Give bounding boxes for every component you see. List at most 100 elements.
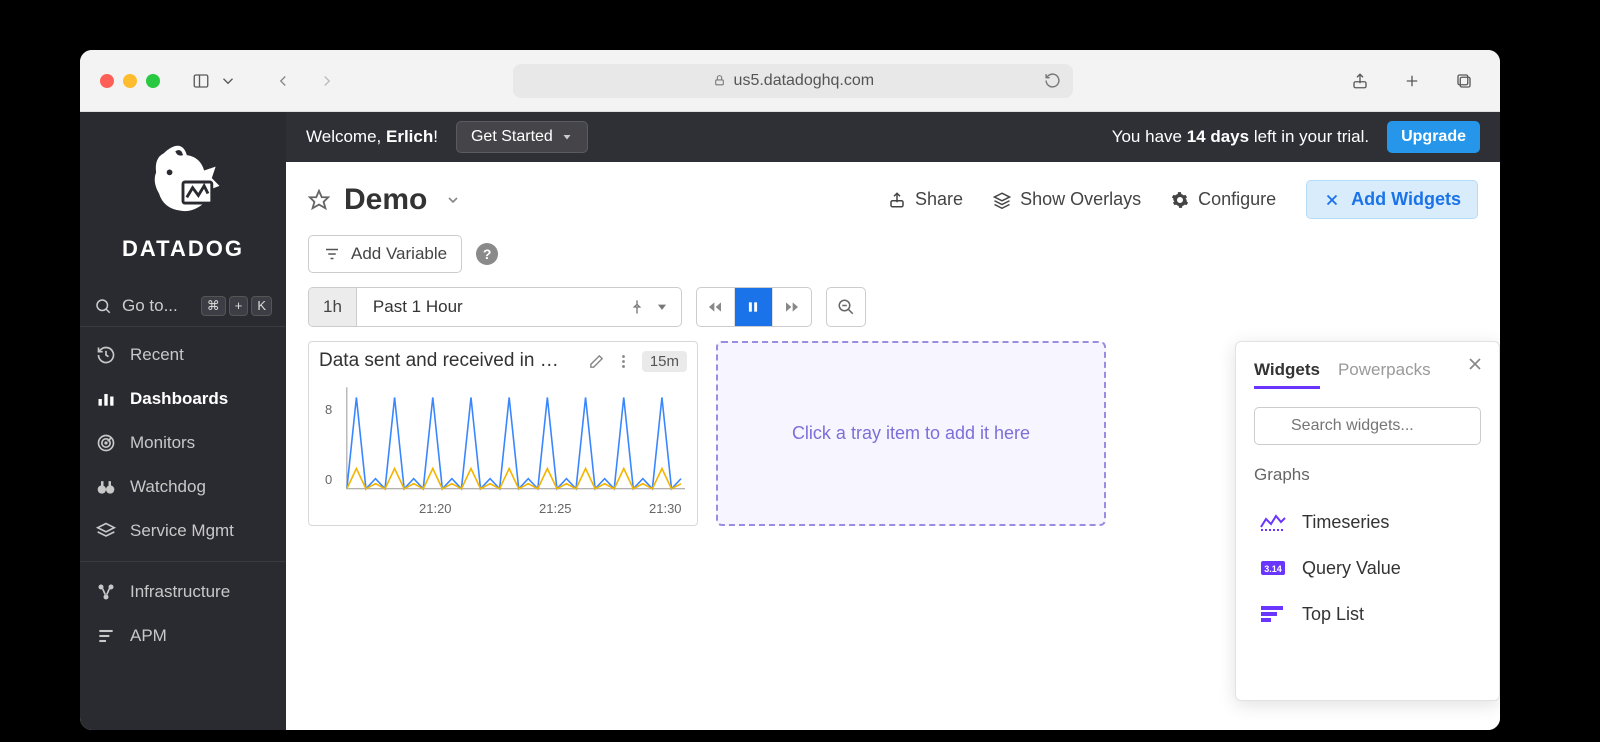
lock-icon xyxy=(713,74,726,87)
rewind-button[interactable] xyxy=(697,288,735,326)
timeseries-icon xyxy=(1260,511,1286,533)
time-label: Past 1 Hour xyxy=(357,297,617,317)
filter-icon xyxy=(323,245,341,263)
dashboard-icon xyxy=(96,389,116,409)
app-root: DATADOG Go to... ⌘+K Recent Dashboards xyxy=(80,112,1500,730)
overlays-icon xyxy=(993,191,1011,209)
time-picker[interactable]: 1h Past 1 Hour xyxy=(308,287,682,327)
sidebar-item-label: Monitors xyxy=(130,433,195,453)
add-variable-button[interactable]: Add Variable xyxy=(308,235,462,273)
chevron-down-icon[interactable] xyxy=(655,300,669,314)
widget-drop-zone[interactable]: Click a tray item to add it here xyxy=(716,341,1106,526)
pause-button[interactable] xyxy=(735,288,773,326)
tray-section-header: Graphs xyxy=(1254,465,1481,485)
tray-tab-widgets[interactable]: Widgets xyxy=(1254,360,1320,389)
sidebar-item-label: APM xyxy=(130,626,167,646)
widget-search-input[interactable] xyxy=(1254,407,1481,445)
share-page-icon[interactable] xyxy=(1344,67,1376,95)
brand-text: DATADOG xyxy=(122,236,244,262)
welcome-bar: Welcome, Erlich! Get Started You have 14… xyxy=(286,112,1500,162)
url-text: us5.datadoghq.com xyxy=(734,72,875,90)
configure-button[interactable]: Configure xyxy=(1171,189,1276,210)
dashboard-canvas: Data sent and received in … 15m 8 0 21:2… xyxy=(286,341,1500,730)
network-icon xyxy=(96,582,116,602)
sidebar-item-label: Infrastructure xyxy=(130,582,230,602)
keyboard-shortcut: ⌘+K xyxy=(201,296,272,316)
sidebar-item-watchdog[interactable]: Watchdog xyxy=(80,465,286,509)
variable-row: Add Variable ? xyxy=(286,231,1500,287)
sidebar-item-label: Watchdog xyxy=(130,477,206,497)
tray-item-timeseries[interactable]: Timeseries xyxy=(1254,499,1481,545)
traffic-lights xyxy=(100,74,160,88)
chevron-down-icon[interactable] xyxy=(445,192,461,208)
goto-search[interactable]: Go to... ⌘+K xyxy=(80,286,286,327)
time-short: 1h xyxy=(309,288,357,326)
sidebar-item-label: Recent xyxy=(130,345,184,365)
gear-icon xyxy=(1171,191,1189,209)
close-window-button[interactable] xyxy=(100,74,114,88)
new-tab-icon[interactable] xyxy=(1396,67,1428,95)
widget-time-badge: 15m xyxy=(642,351,687,372)
sidebar: DATADOG Go to... ⌘+K Recent Dashboards xyxy=(80,112,286,730)
edit-icon[interactable] xyxy=(588,353,605,370)
sidebar-item-monitors[interactable]: Monitors xyxy=(80,421,286,465)
show-overlays-button[interactable]: Show Overlays xyxy=(993,189,1141,210)
query-value-icon: 3.14 xyxy=(1260,557,1286,579)
history-icon xyxy=(96,345,116,365)
main-content: Welcome, Erlich! Get Started You have 14… xyxy=(286,112,1500,730)
time-row: 1h Past 1 Hour xyxy=(286,287,1500,341)
trial-text: You have 14 days left in your trial. xyxy=(1112,127,1369,147)
share-button[interactable]: Share xyxy=(888,189,963,210)
widget-tray: Widgets Powerpacks Graphs Timeseries xyxy=(1235,341,1500,701)
sidebar-item-infrastructure[interactable]: Infrastructure xyxy=(80,570,286,614)
forward-play-button[interactable] xyxy=(773,288,811,326)
upgrade-button[interactable]: Upgrade xyxy=(1387,121,1480,153)
dropzone-text: Click a tray item to add it here xyxy=(792,423,1030,444)
help-icon[interactable]: ? xyxy=(476,243,498,265)
goto-label: Go to... xyxy=(122,296,191,316)
top-list-icon xyxy=(1260,603,1286,625)
sidebar-item-label: Dashboards xyxy=(130,389,228,409)
browser-window: us5.datadoghq.com xyxy=(80,50,1500,730)
widget-title: Data sent and received in … xyxy=(319,350,578,372)
url-bar[interactable]: us5.datadoghq.com xyxy=(513,64,1073,98)
sidebar-item-apm[interactable]: APM xyxy=(80,614,286,658)
sidebar-item-dashboards[interactable]: Dashboards xyxy=(80,377,286,421)
get-started-button[interactable]: Get Started xyxy=(456,121,588,153)
target-icon xyxy=(96,433,116,453)
widget-card[interactable]: Data sent and received in … 15m 8 0 21:2… xyxy=(308,341,698,526)
dashboard-header: Demo Share Show Overlays Configure xyxy=(286,162,1500,231)
brand-logo[interactable]: DATADOG xyxy=(80,122,286,280)
chart: 8 0 21:20 21:25 21:30 xyxy=(319,376,687,516)
share-icon xyxy=(888,191,906,209)
minimize-window-button[interactable] xyxy=(123,74,137,88)
chevron-down-icon xyxy=(561,131,573,143)
brand-logo-icon xyxy=(133,132,233,232)
binoculars-icon xyxy=(96,477,116,497)
pin-icon[interactable] xyxy=(629,299,645,315)
sidebar-separator xyxy=(80,561,286,562)
dashboard-title: Demo xyxy=(344,183,427,217)
tray-item-query-value[interactable]: 3.14 Query Value xyxy=(1254,545,1481,591)
sidebar-item-recent[interactable]: Recent xyxy=(80,333,286,377)
maximize-window-button[interactable] xyxy=(146,74,160,88)
add-widgets-button[interactable]: Add Widgets xyxy=(1306,180,1478,219)
tabs-overview-icon[interactable] xyxy=(1448,67,1480,95)
sidebar-item-service-mgmt[interactable]: Service Mgmt xyxy=(80,509,286,553)
close-tray-button[interactable] xyxy=(1465,354,1485,380)
get-started-label: Get Started xyxy=(471,128,553,146)
back-button[interactable] xyxy=(267,67,299,95)
forward-button[interactable] xyxy=(311,67,343,95)
svg-text:3.14: 3.14 xyxy=(1264,564,1282,574)
star-icon[interactable] xyxy=(308,189,330,211)
sidebar-item-label: Service Mgmt xyxy=(130,521,234,541)
sidebar-dropdown-icon[interactable] xyxy=(219,67,237,95)
tray-tab-powerpacks[interactable]: Powerpacks xyxy=(1338,360,1431,389)
tray-item-top-list[interactable]: Top List xyxy=(1254,591,1481,637)
close-icon xyxy=(1323,191,1341,209)
kebab-menu-icon[interactable] xyxy=(615,353,632,370)
sidebar-toggle-icon[interactable] xyxy=(185,67,217,95)
zoom-out-button[interactable] xyxy=(826,287,866,327)
browser-toolbar: us5.datadoghq.com xyxy=(80,50,1500,112)
reload-icon[interactable] xyxy=(1044,72,1061,89)
